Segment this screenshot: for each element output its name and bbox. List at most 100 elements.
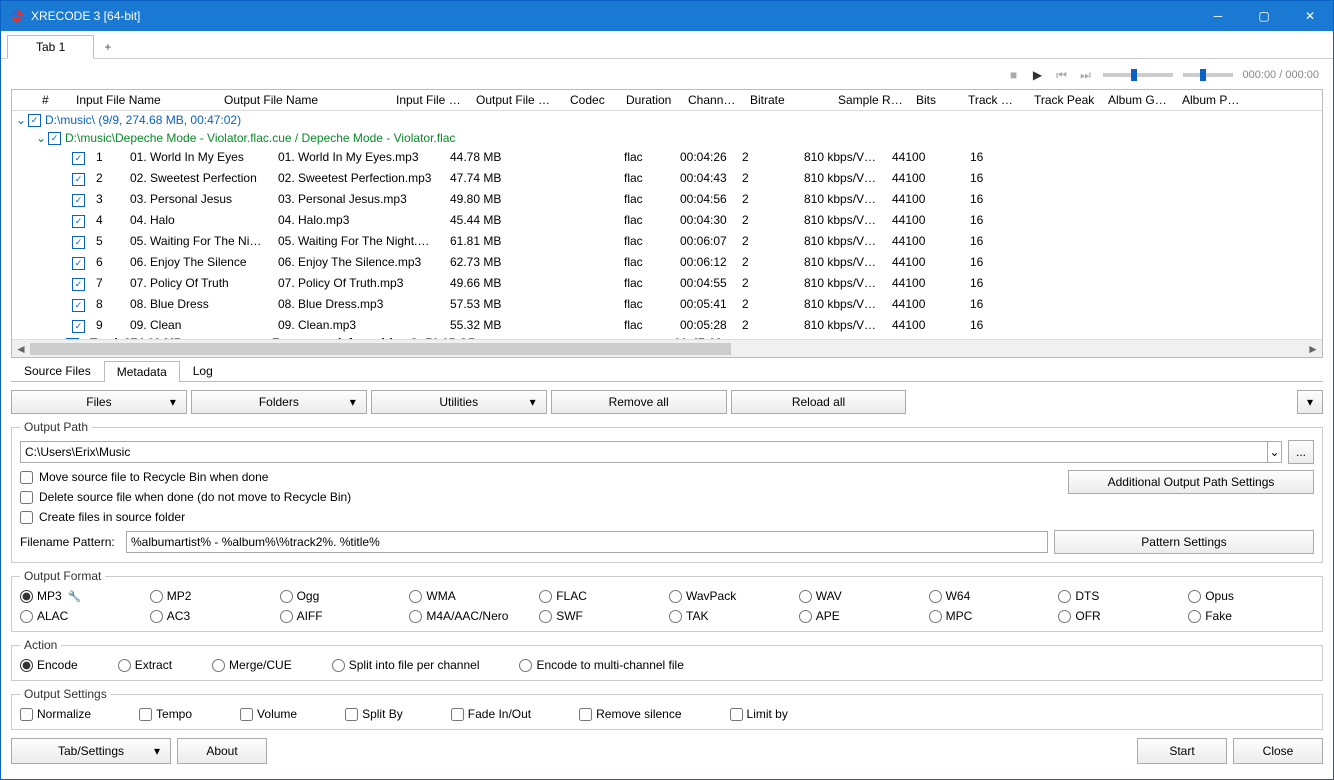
table-row[interactable]: ✓202. Sweetest Perfection02. Sweetest Pe… xyxy=(12,168,1322,189)
table-row[interactable]: ✓404. Halo04. Halo.mp345.44 MBflac00:04:… xyxy=(12,210,1322,231)
path-dropdown-icon[interactable]: ⌄ xyxy=(1268,441,1282,463)
tree-root[interactable]: ⌄ ✓ D:\music\ (9/9, 274.68 MB, 00:47:02) xyxy=(12,111,1322,129)
subtab-metadata[interactable]: Metadata xyxy=(104,361,180,382)
col-ch[interactable]: Channels xyxy=(682,90,744,110)
action-split-into-file-per-channel[interactable]: Split into file per channel xyxy=(332,658,480,672)
format-wma[interactable]: WMA xyxy=(409,589,535,603)
table-row[interactable]: ✓808. Blue Dress08. Blue Dress.mp357.53 … xyxy=(12,294,1322,315)
row-checkbox[interactable]: ✓ xyxy=(72,215,85,228)
filename-pattern-input[interactable] xyxy=(126,531,1048,553)
maximize-button[interactable]: ▢ xyxy=(1241,1,1287,31)
action-encode-to-multi-channel-file[interactable]: Encode to multi-channel file xyxy=(519,658,683,672)
format-ofr[interactable]: OFR xyxy=(1058,609,1184,623)
new-tab-button[interactable]: + xyxy=(94,36,121,58)
col-br[interactable]: Bitrate xyxy=(744,90,832,110)
h-scrollbar[interactable]: ◄ ► xyxy=(12,339,1322,357)
tab-settings-button[interactable]: Tab/Settings▾ xyxy=(11,738,171,764)
table-row[interactable]: ✓707. Policy Of Truth07. Policy Of Truth… xyxy=(12,273,1322,294)
reload-all-button[interactable]: Reload all xyxy=(731,390,907,414)
format-mp2[interactable]: MP2 xyxy=(150,589,276,603)
row-checkbox[interactable]: ✓ xyxy=(72,152,85,165)
format-wav[interactable]: WAV xyxy=(799,589,925,603)
col-tp[interactable]: Track Peak xyxy=(1028,90,1102,110)
format-wavpack[interactable]: WavPack xyxy=(669,589,795,603)
row-checkbox[interactable]: ✓ xyxy=(72,236,85,249)
col-num[interactable]: # xyxy=(36,90,70,110)
move-to-bin-checkbox[interactable]: Move source file to Recycle Bin when don… xyxy=(20,470,1068,484)
setting-volume[interactable]: Volume xyxy=(240,707,297,721)
format-tak[interactable]: TAK xyxy=(669,609,795,623)
collapse-icon[interactable]: ⌄ xyxy=(36,131,48,145)
col-codec[interactable]: Codec xyxy=(564,90,620,110)
volume-slider[interactable] xyxy=(1183,73,1233,77)
output-path-input[interactable] xyxy=(20,441,1268,463)
files-button[interactable]: Files▾ xyxy=(11,390,187,414)
additional-path-settings-button[interactable]: Additional Output Path Settings xyxy=(1068,470,1314,494)
create-in-source-checkbox[interactable]: Create files in source folder xyxy=(20,510,1068,524)
next-icon[interactable]: ⏭ xyxy=(1079,68,1093,82)
format-aiff[interactable]: AIFF xyxy=(280,609,406,623)
remove-all-button[interactable]: Remove all xyxy=(551,390,727,414)
total-checkbox[interactable]: ✓ xyxy=(66,338,79,339)
subtab-log[interactable]: Log xyxy=(180,360,226,381)
col-output[interactable]: Output File Name xyxy=(218,90,390,110)
row-checkbox[interactable]: ✓ xyxy=(72,194,85,207)
format-w64[interactable]: W64 xyxy=(929,589,1055,603)
table-row[interactable]: ✓101. World In My Eyes01. World In My Ey… xyxy=(12,147,1322,168)
format-alac[interactable]: ALAC xyxy=(20,609,146,623)
browse-button[interactable]: ... xyxy=(1288,440,1314,464)
row-checkbox[interactable]: ✓ xyxy=(72,299,85,312)
col-osize[interactable]: Output File Size xyxy=(470,90,564,110)
close-window-button[interactable]: ✕ xyxy=(1287,1,1333,31)
tab-main[interactable]: Tab 1 xyxy=(7,35,94,59)
setting-fade-in-out[interactable]: Fade In/Out xyxy=(451,707,531,721)
table-row[interactable]: ✓303. Personal Jesus03. Personal Jesus.m… xyxy=(12,189,1322,210)
format-mpc[interactable]: MPC xyxy=(929,609,1055,623)
minimize-button[interactable]: ─ xyxy=(1195,1,1241,31)
setting-remove-silence[interactable]: Remove silence xyxy=(579,707,681,721)
about-button[interactable]: About xyxy=(177,738,267,764)
row-checkbox[interactable]: ✓ xyxy=(72,173,85,186)
utilities-button[interactable]: Utilities▾ xyxy=(371,390,547,414)
wrench-icon[interactable]: 🔧 xyxy=(68,590,82,603)
col-isize[interactable]: Input File Size xyxy=(390,90,470,110)
format-ogg[interactable]: Ogg xyxy=(280,589,406,603)
grid-header[interactable]: # Input File Name Output File Name Input… xyxy=(12,90,1322,111)
col-bits[interactable]: Bits xyxy=(910,90,962,110)
action-merge-cue[interactable]: Merge/CUE xyxy=(212,658,292,672)
subtab-source[interactable]: Source Files xyxy=(11,360,104,381)
format-ape[interactable]: APE xyxy=(799,609,925,623)
setting-split-by[interactable]: Split By xyxy=(345,707,403,721)
setting-tempo[interactable]: Tempo xyxy=(139,707,192,721)
col-input[interactable]: Input File Name xyxy=(70,90,218,110)
start-button[interactable]: Start xyxy=(1137,738,1227,764)
seek-slider[interactable] xyxy=(1103,73,1173,77)
setting-normalize[interactable]: Normalize xyxy=(20,707,91,721)
action-extract[interactable]: Extract xyxy=(118,658,172,672)
album-checkbox[interactable]: ✓ xyxy=(48,132,61,145)
col-sr[interactable]: Sample Rate xyxy=(832,90,910,110)
close-button[interactable]: Close xyxy=(1233,738,1323,764)
table-row[interactable]: ✓606. Enjoy The Silence06. Enjoy The Sil… xyxy=(12,252,1322,273)
format-mp3[interactable]: MP3🔧 xyxy=(20,589,146,603)
root-checkbox[interactable]: ✓ xyxy=(28,114,41,127)
format-swf[interactable]: SWF xyxy=(539,609,665,623)
tree-album[interactable]: ⌄ ✓ D:\music\Depeche Mode - Violator.fla… xyxy=(12,129,1322,147)
format-opus[interactable]: Opus xyxy=(1188,589,1314,603)
pattern-settings-button[interactable]: Pattern Settings xyxy=(1054,530,1314,554)
col-ap[interactable]: Album Peak xyxy=(1176,90,1250,110)
stop-icon[interactable]: ■ xyxy=(1007,68,1021,82)
format-m4aaacnero[interactable]: M4A/AAC/Nero xyxy=(409,609,535,623)
row-checkbox[interactable]: ✓ xyxy=(72,257,85,270)
format-ac3[interactable]: AC3 xyxy=(150,609,276,623)
setting-limit-by[interactable]: Limit by xyxy=(730,707,788,721)
prev-icon[interactable]: ⏮ xyxy=(1055,68,1069,82)
row-checkbox[interactable]: ✓ xyxy=(72,320,85,333)
table-row[interactable]: ✓505. Waiting For The Night05. Waiting F… xyxy=(12,231,1322,252)
row-checkbox[interactable]: ✓ xyxy=(72,278,85,291)
extra-menu-button[interactable]: ▾ xyxy=(1297,390,1323,414)
delete-source-checkbox[interactable]: Delete source file when done (do not mov… xyxy=(20,490,1068,504)
folders-button[interactable]: Folders▾ xyxy=(191,390,367,414)
col-tg[interactable]: Track Gain xyxy=(962,90,1028,110)
play-icon[interactable]: ▶ xyxy=(1031,68,1045,82)
